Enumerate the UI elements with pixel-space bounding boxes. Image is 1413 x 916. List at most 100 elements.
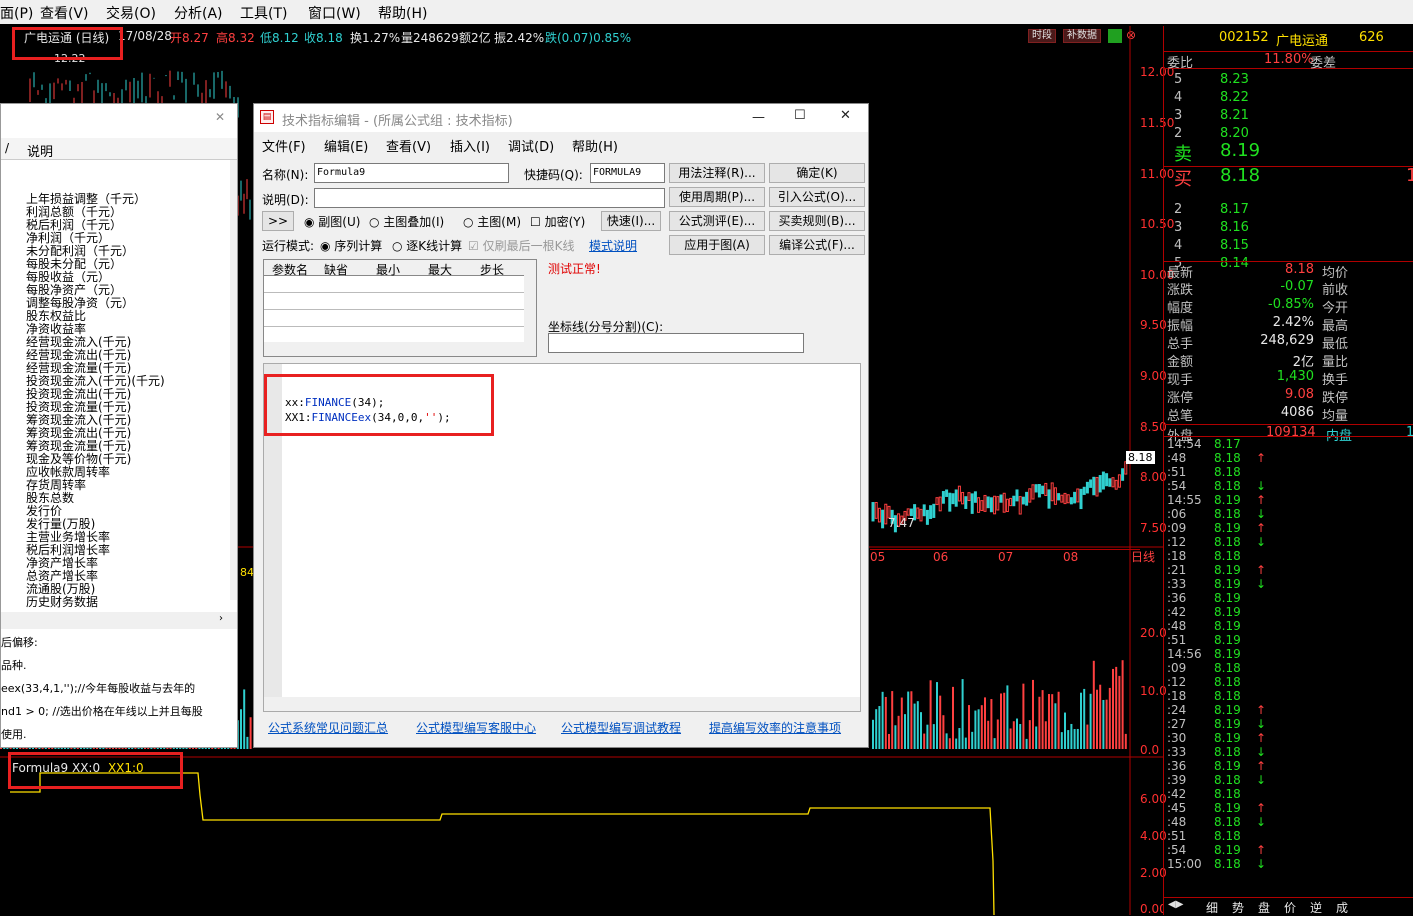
apply-chart-button[interactable]: 应用于图(A) [669, 235, 765, 255]
tab-reverse[interactable]: 逆 [1310, 899, 1322, 916]
param-table[interactable]: 参数名 缺省 最小 最大 步长 [263, 259, 537, 357]
faq-link[interactable]: 公式系统常见问题汇总 [268, 719, 388, 736]
tab-book[interactable]: 盘 [1258, 899, 1270, 916]
volume-label: 84 [240, 566, 254, 579]
tab-detail[interactable]: 细 [1206, 899, 1218, 916]
menu-help[interactable]: 帮助(H) [378, 3, 427, 23]
usage-note-button[interactable]: 用法注释(R)... [669, 163, 765, 183]
tick-row: :18 8.18 [1164, 549, 1413, 563]
volume-bar [1124, 733, 1127, 749]
ok-button[interactable]: 确定(K) [769, 163, 865, 183]
efficiency-link[interactable]: 提高编写效率的注意事项 [709, 719, 841, 736]
stat-value: -0.85% [1268, 297, 1314, 312]
candle [919, 508, 923, 522]
dlg-menu-file[interactable]: 文件(F) [262, 136, 306, 155]
tick-price: 8.19 [1214, 605, 1241, 619]
tab-trend[interactable]: 势 [1232, 899, 1244, 916]
tab-trades[interactable]: 成 [1336, 899, 1348, 916]
name-input[interactable]: Formula9 [314, 163, 509, 183]
minimize-icon[interactable]: — [752, 110, 765, 125]
volume-bar [1054, 703, 1057, 749]
tick-row: :06 8.18 ↓ [1164, 507, 1413, 521]
import-button[interactable]: 引入公式(O)... [769, 187, 865, 207]
compile-button[interactable]: 编译公式(F)... [769, 235, 865, 255]
stat-row: 总笔 4086 均量 [1164, 405, 1413, 424]
stat-value: 2.42% [1272, 315, 1314, 330]
tick-arrow: ↑ [1256, 563, 1267, 577]
volume-bar [1070, 723, 1073, 749]
desc-input[interactable] [314, 188, 665, 208]
expand-button[interactable]: >> [262, 211, 294, 231]
quick-button[interactable]: 快速(I)... [601, 211, 661, 231]
tick-row: :30 8.19 ↑ [1164, 731, 1413, 745]
menu-item[interactable]: 面(P) [0, 3, 33, 23]
tick-price: 8.19 [1214, 493, 1241, 507]
finance-item[interactable]: 历史财务数据 [26, 596, 98, 609]
help-line: 后偏移: [1, 636, 38, 649]
tick-row: :51 8.18 [1164, 829, 1413, 843]
sort-icon[interactable]: / [5, 141, 9, 155]
dlg-menu-view[interactable]: 查看(V) [386, 136, 431, 155]
dlg-menu-debug[interactable]: 调试(D) [508, 136, 554, 155]
hotkey-input[interactable]: FORMULA9 [590, 163, 665, 183]
tick-price: 8.19 [1214, 717, 1241, 731]
buy-volume: 1 [1406, 165, 1413, 186]
tutorial-link[interactable]: 公式模型编写调试教程 [561, 719, 681, 736]
volume-bar [910, 691, 913, 749]
param-scrollbar[interactable] [524, 260, 536, 342]
menu-analysis[interactable]: 分析(A) [174, 3, 223, 23]
sell-price: 8.20 [1220, 126, 1249, 141]
list-header: / 说明 [1, 138, 237, 160]
volume-bar [1060, 732, 1063, 749]
tick-price: 8.18 [1214, 535, 1241, 549]
dlg-menu-help[interactable]: 帮助(H) [572, 136, 618, 155]
hotkey-label: 快捷码(Q): [524, 168, 583, 182]
support-link[interactable]: 公式模型编写客服中心 [416, 719, 536, 736]
close-icon[interactable]: ✕ [215, 110, 225, 124]
param-hscrollbar[interactable] [264, 342, 536, 356]
period-button[interactable]: 使用周期(P)... [669, 187, 765, 207]
candle [1050, 482, 1054, 502]
tick-row: :51 8.19 [1164, 633, 1413, 647]
candle [909, 508, 913, 517]
tick-row: :21 8.19 ↑ [1164, 563, 1413, 577]
scroll-right-icon[interactable]: › [219, 613, 223, 624]
dlg-menu-insert[interactable]: 插入(I) [450, 136, 490, 155]
radio-subchart[interactable]: ◉ 副图(U) [304, 213, 360, 230]
menu-view[interactable]: 查看(V) [40, 3, 89, 23]
sell-level: 4 [1174, 90, 1183, 105]
list-hscrollbar[interactable]: › [1, 612, 237, 629]
list-scrollbar[interactable] [230, 160, 237, 600]
trade-rule-button[interactable]: 买卖规则(B)... [769, 211, 865, 231]
tick-row: 14:56 8.19 [1164, 647, 1413, 661]
menu-window[interactable]: 窗口(W) [308, 3, 361, 23]
dlg-menu-edit[interactable]: 编辑(E) [324, 136, 368, 155]
tick-arrow: ↑ [1256, 843, 1267, 857]
close-icon[interactable]: ✕ [840, 108, 851, 123]
buy-price: 8.16 [1220, 220, 1249, 235]
menu-trade[interactable]: 交易(O) [106, 3, 156, 23]
maximize-icon[interactable]: ☐ [794, 108, 806, 123]
param-grid[interactable] [264, 276, 524, 342]
radio-main-overlay[interactable]: ○ 主图叠加(I) [369, 213, 444, 230]
last-k-checkbox[interactable]: ☑ 仅刷最后一根K线 [468, 237, 574, 254]
evaluate-button[interactable]: 公式测评(E)... [669, 211, 765, 231]
candle [916, 507, 920, 519]
tick-time: :12 [1167, 535, 1187, 549]
menu-tools[interactable]: 工具(T) [240, 3, 287, 23]
radio-per-k[interactable]: ○ 逐K线计算 [392, 237, 462, 254]
mode-help-link[interactable]: 模式说明 [589, 237, 637, 254]
encrypt-checkbox[interactable]: ☐ 加密(Y) [530, 213, 585, 230]
candle [1079, 488, 1083, 510]
status-text: 测试正常! [548, 262, 601, 276]
prev-tab-icon[interactable]: ◀▶ [1168, 899, 1183, 910]
tab-price[interactable]: 价 [1284, 899, 1296, 916]
volume-bar [1019, 724, 1022, 749]
radio-sequence[interactable]: ◉ 序列计算 [320, 237, 382, 254]
editor-hscrollbar[interactable] [264, 697, 860, 711]
coord-input[interactable] [548, 333, 804, 353]
radio-main[interactable]: ○ 主图(M) [463, 213, 521, 230]
tick-time: :24 [1167, 703, 1187, 717]
tick-price: 8.18 [1214, 829, 1241, 843]
tick-time: :18 [1167, 689, 1187, 703]
